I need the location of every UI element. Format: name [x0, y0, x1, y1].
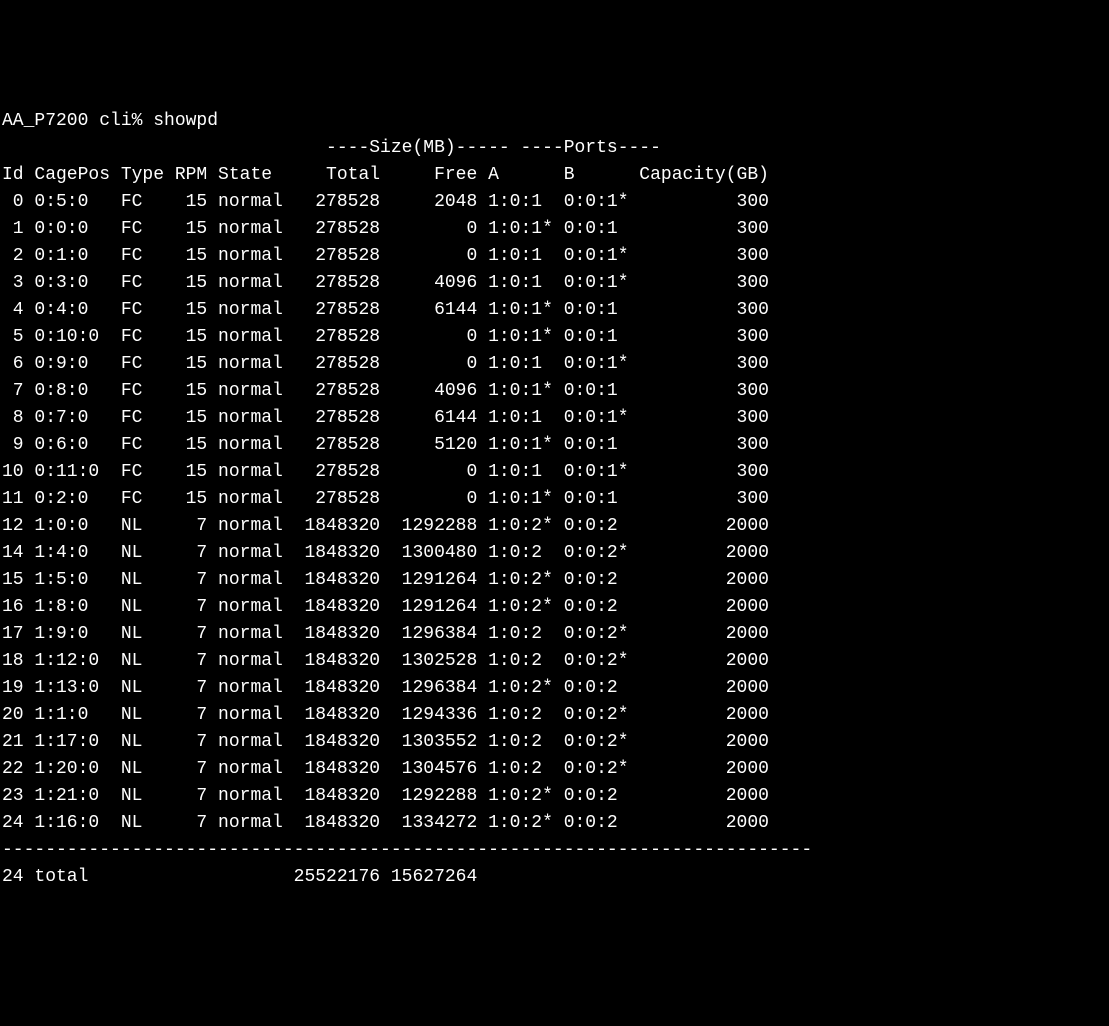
- terminal-output[interactable]: AA_P7200 cli% showpd ----Size(MB)----- -…: [0, 108, 1109, 891]
